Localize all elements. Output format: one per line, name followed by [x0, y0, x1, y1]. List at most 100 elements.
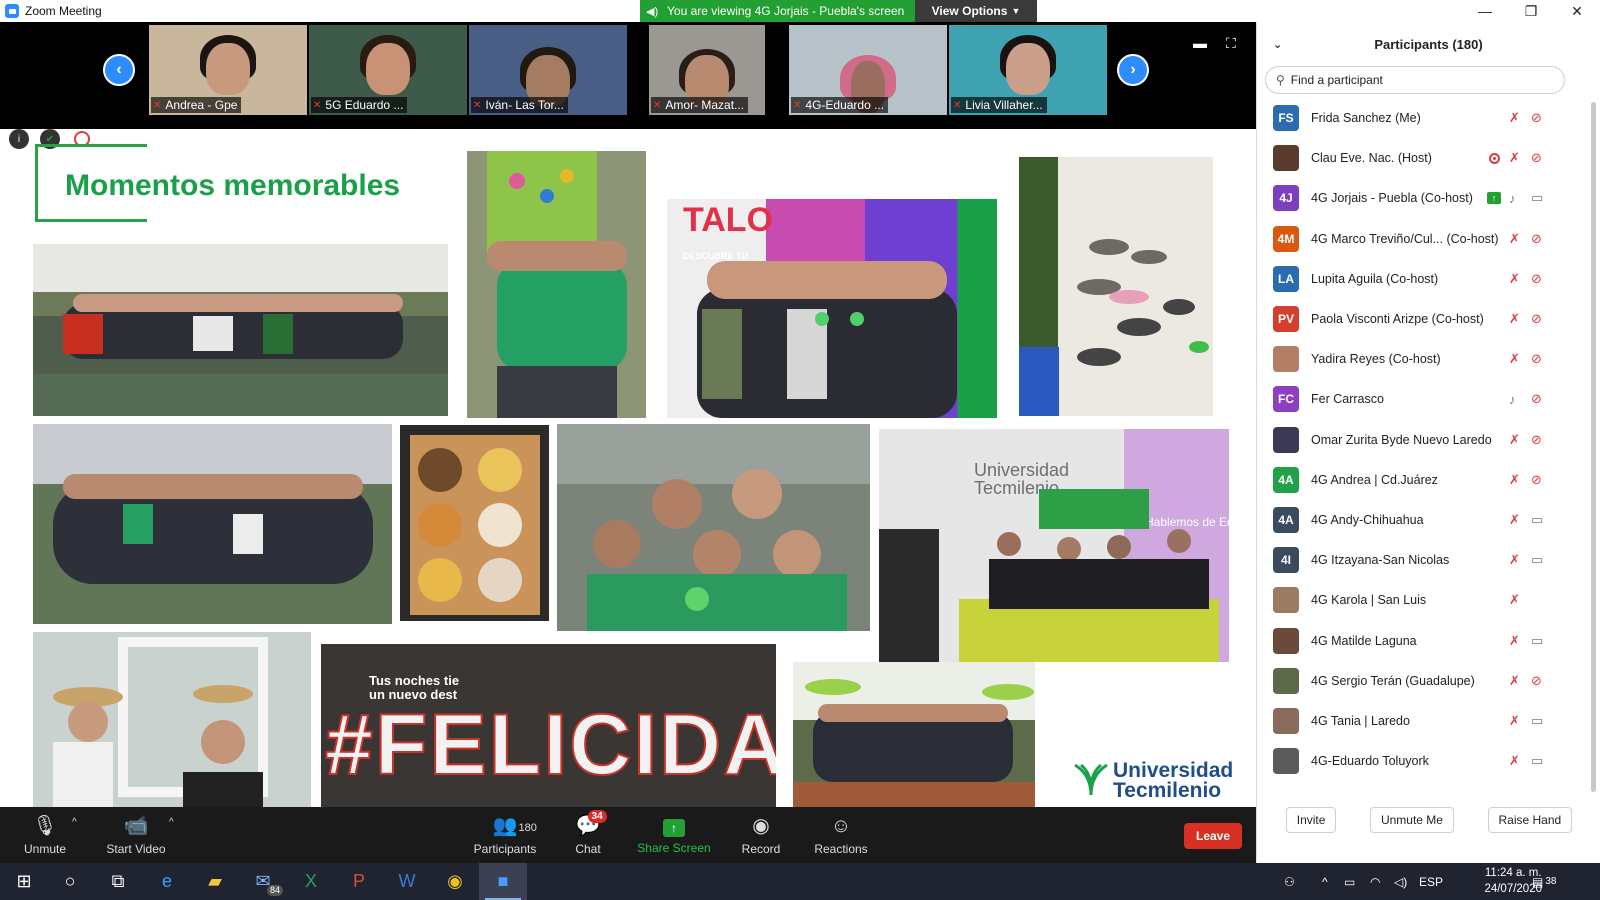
explorer-taskbar-button[interactable]: ▰	[191, 863, 239, 900]
chat-button[interactable]: 💬 34 Chat	[565, 807, 611, 863]
video-tile[interactable]: ✕ Iván- Las Tor...	[469, 25, 627, 115]
video-tile[interactable]: ✕ Andrea - Gpe	[149, 25, 307, 115]
muted-mic-icon[interactable]: ✗	[1509, 110, 1520, 126]
participant-row[interactable]: 4G Karola | San Luis ✗	[1257, 580, 1600, 620]
word-taskbar-button[interactable]: W	[383, 863, 431, 900]
excel-taskbar-button[interactable]: X	[287, 863, 335, 900]
muted-mic-icon[interactable]: ✗	[1509, 592, 1520, 608]
search-button[interactable]: ○	[46, 863, 94, 900]
muted-mic-icon[interactable]: ✗	[1509, 673, 1520, 689]
show-hidden-icons-icon[interactable]: ^	[1322, 863, 1328, 900]
participant-row[interactable]: 4A 4G Andy-Chihuahua ✗ ▭	[1257, 500, 1600, 540]
video-off-icon[interactable]: ⊘	[1531, 110, 1542, 126]
chrome-taskbar-button[interactable]: ◉	[431, 863, 479, 900]
share-screen-button[interactable]: ↑ Share Screen	[636, 807, 712, 863]
participant-search-input[interactable]: ⚲ Find a participant	[1265, 66, 1565, 94]
layout-toggle-icon[interactable]: ▬	[1193, 35, 1207, 51]
reactions-button[interactable]: ☺ Reactions	[812, 807, 870, 863]
raise-hand-button[interactable]: Raise Hand	[1487, 807, 1573, 833]
audio-options-caret-icon[interactable]: ^	[72, 817, 77, 828]
participants-button[interactable]: 👥 180 Participants	[470, 807, 540, 863]
view-options-button[interactable]: View Options ▼	[915, 0, 1037, 22]
participant-row[interactable]: Omar Zurita Byde Nuevo Laredo ✗ ⊘	[1257, 420, 1600, 460]
close-button[interactable]: ✕	[1554, 0, 1600, 22]
video-tile[interactable]: ✕ Livia Villaher...	[949, 25, 1107, 115]
leave-button[interactable]: Leave	[1184, 823, 1242, 849]
participant-row[interactable]: FS Frida Sanchez (Me) ✗ ⊘	[1257, 98, 1600, 138]
participant-row[interactable]: Clau Eve. Nac. (Host) ✗ ⊘	[1257, 138, 1600, 178]
record-button[interactable]: ◉ Record	[738, 807, 784, 863]
language-indicator[interactable]: ESP	[1419, 863, 1443, 900]
video-tile[interactable]: ✕ Amor- Mazat...	[649, 25, 765, 115]
start-button[interactable]: ⊞	[0, 863, 48, 900]
participant-row[interactable]: 4A 4G Andrea | Cd.Juárez ✗ ⊘	[1257, 460, 1600, 500]
info-icon[interactable]: i	[9, 129, 29, 149]
participant-row[interactable]: 4G Tania | Laredo ✗ ▭	[1257, 701, 1600, 741]
video-options-caret-icon[interactable]: ^	[169, 817, 174, 828]
next-page-button[interactable]: ›	[1117, 54, 1149, 86]
video-tile[interactable]: ✕ 4G-Eduardo ...	[789, 25, 947, 115]
wifi-icon[interactable]: ◠	[1370, 863, 1380, 900]
minimize-button[interactable]: —	[1462, 0, 1508, 22]
video-off-icon[interactable]: ⊘	[1531, 271, 1542, 287]
video-icon[interactable]: ▭	[1531, 633, 1543, 649]
participant-row[interactable]: FC Fer Carrasco ♪ ⊘	[1257, 379, 1600, 419]
action-center-button[interactable]: ▤ 38	[1532, 863, 1556, 900]
collapse-chevron-icon[interactable]: ⌄	[1273, 38, 1282, 51]
video-icon[interactable]: ▭	[1531, 753, 1543, 769]
muted-mic-icon[interactable]: ✗	[1509, 552, 1520, 568]
task-view-button[interactable]: ⧉	[94, 863, 142, 900]
muted-mic-icon[interactable]: ✗	[1509, 633, 1520, 649]
invite-button[interactable]: Invite	[1285, 807, 1337, 833]
video-off-icon[interactable]: ⊘	[1531, 150, 1542, 166]
powerpoint-taskbar-button[interactable]: P	[335, 863, 383, 900]
zoom-taskbar-button[interactable]: ■	[479, 863, 527, 900]
muted-mic-icon[interactable]: ✗	[1509, 432, 1520, 448]
people-tray-icon[interactable]: ⚇	[1284, 863, 1295, 900]
mail-taskbar-button[interactable]: ✉ 84	[239, 863, 287, 900]
previous-page-button[interactable]: ‹	[103, 54, 135, 86]
photo-donuts-art	[410, 435, 540, 615]
participant-row[interactable]: 4M 4G Marco Treviño/Cul... (Co-host) ✗ ⊘	[1257, 219, 1600, 259]
video-off-icon[interactable]: ⊘	[1531, 231, 1542, 247]
participant-row[interactable]: PV Paola Visconti Arizpe (Co-host) ✗ ⊘	[1257, 299, 1600, 339]
participant-row[interactable]: Yadira Reyes (Co-host) ✗ ⊘	[1257, 339, 1600, 379]
battery-icon[interactable]: ▭	[1344, 863, 1355, 900]
muted-mic-icon[interactable]: ✗	[1509, 472, 1520, 488]
start-video-button[interactable]: 📹 Start Video	[100, 807, 172, 863]
participant-row[interactable]: 4J 4G Jorjais - Puebla (Co-host) ↑ ♪ ▭	[1257, 178, 1600, 218]
volume-icon[interactable]: ◁)	[1394, 863, 1407, 900]
video-tile[interactable]: ✕ 5G Eduardo ...	[309, 25, 467, 115]
participant-row[interactable]: LA Lupita Aguila (Co-host) ✗ ⊘	[1257, 259, 1600, 299]
fullscreen-icon[interactable]: ⛶	[1226, 35, 1236, 52]
mic-icon[interactable]: ♪	[1509, 191, 1516, 206]
video-off-icon[interactable]: ⊘	[1531, 472, 1542, 488]
video-icon[interactable]: ▭	[1531, 552, 1543, 568]
video-off-icon[interactable]: ⊘	[1531, 673, 1542, 689]
participant-list-scrollbar[interactable]	[1591, 102, 1596, 792]
muted-mic-icon[interactable]: ✗	[1509, 311, 1520, 327]
video-off-icon[interactable]: ⊘	[1531, 351, 1542, 367]
video-off-icon[interactable]: ⊘	[1531, 311, 1542, 327]
participant-row[interactable]: 4I 4G Itzayana-San Nicolas ✗ ▭	[1257, 540, 1600, 580]
muted-mic-icon[interactable]: ✗	[1509, 351, 1520, 367]
video-icon[interactable]: ▭	[1531, 512, 1543, 528]
video-off-icon[interactable]: ⊘	[1531, 432, 1542, 448]
participant-row[interactable]: 4G-Eduardo Toluyork ✗ ▭	[1257, 741, 1600, 781]
muted-mic-icon[interactable]: ✗	[1509, 231, 1520, 247]
video-icon[interactable]: ▭	[1531, 190, 1543, 206]
unmute-me-button[interactable]: Unmute Me	[1369, 807, 1454, 833]
muted-mic-icon[interactable]: ✗	[1509, 150, 1520, 166]
participant-row[interactable]: 4G Sergio Terán (Guadalupe) ✗ ⊘	[1257, 661, 1600, 701]
mic-icon[interactable]: ♪	[1509, 392, 1516, 407]
video-icon[interactable]: ▭	[1531, 713, 1543, 729]
muted-mic-icon[interactable]: ✗	[1509, 713, 1520, 729]
muted-mic-icon[interactable]: ✗	[1509, 271, 1520, 287]
participant-row[interactable]: 4G Matilde Laguna ✗ ▭	[1257, 620, 1600, 660]
muted-mic-icon[interactable]: ✗	[1509, 753, 1520, 769]
unmute-button[interactable]: 🎙 Unmute	[18, 807, 72, 863]
edge-taskbar-button[interactable]: e	[143, 863, 191, 900]
maximize-button[interactable]: ❐	[1508, 0, 1554, 22]
video-off-icon[interactable]: ⊘	[1531, 391, 1542, 407]
muted-mic-icon[interactable]: ✗	[1509, 512, 1520, 528]
